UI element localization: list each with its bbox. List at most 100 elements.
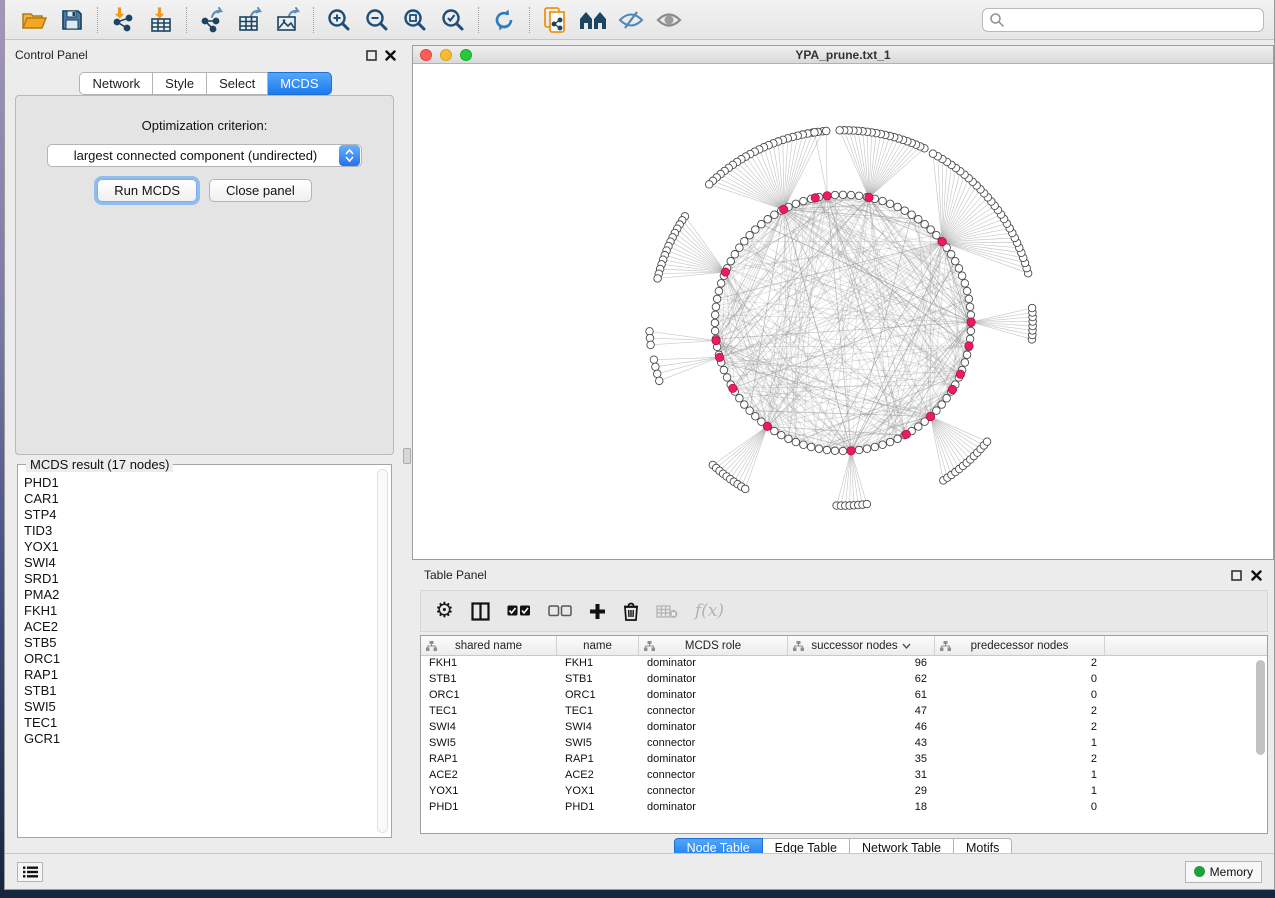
save-session-button[interactable] <box>53 4 91 36</box>
mcds-node-item[interactable]: FKH1 <box>24 603 375 619</box>
network-node[interactable] <box>746 231 754 239</box>
mcds-dominator-node[interactable] <box>823 192 831 200</box>
network-leaf-node[interactable] <box>655 377 663 385</box>
network-node[interactable] <box>894 203 902 211</box>
network-node[interactable] <box>746 407 754 415</box>
mcds-dominator-node[interactable] <box>847 447 855 455</box>
network-node[interactable] <box>961 280 969 288</box>
mcds-dominator-node[interactable] <box>948 385 956 393</box>
network-node[interactable] <box>713 295 721 303</box>
network-node[interactable] <box>886 438 894 446</box>
network-node[interactable] <box>943 394 951 402</box>
table-row[interactable]: ACE2ACE2connector311 <box>421 768 1267 784</box>
table-row[interactable]: TEC1TEC1connector472 <box>421 704 1267 720</box>
network-leaf-node[interactable] <box>741 485 749 493</box>
network-node[interactable] <box>839 191 847 199</box>
mcds-node-item[interactable]: PHD1 <box>24 475 375 491</box>
table-row[interactable]: ORC1ORC1dominator610 <box>421 688 1267 704</box>
network-node[interactable] <box>764 216 772 224</box>
network-node[interactable] <box>965 295 973 303</box>
network-node[interactable] <box>771 427 779 435</box>
binoculars-button[interactable] <box>574 4 612 36</box>
network-node[interactable] <box>967 327 975 335</box>
network-leaf-node[interactable] <box>929 150 937 158</box>
network-node[interactable] <box>792 438 800 446</box>
column-header[interactable]: MCDS role <box>639 636 788 655</box>
network-node[interactable] <box>894 435 902 443</box>
network-node[interactable] <box>758 220 766 228</box>
criterion-select[interactable]: largest connected component (undirected) <box>47 144 362 167</box>
mcds-dominator-node[interactable] <box>712 336 720 344</box>
mcds-dominator-node[interactable] <box>721 268 729 276</box>
export-table-button[interactable] <box>231 4 269 36</box>
memory-button[interactable]: Memory <box>1185 861 1262 883</box>
network-node[interactable] <box>752 413 760 421</box>
network-canvas[interactable] <box>413 64 1273 559</box>
task-history-button[interactable] <box>17 862 43 882</box>
network-node[interactable] <box>879 441 887 449</box>
mcds-node-item[interactable]: TEC1 <box>24 715 375 731</box>
mcds-node-item[interactable]: STB1 <box>24 683 375 699</box>
network-node[interactable] <box>736 394 744 402</box>
share-document-button[interactable] <box>536 4 574 36</box>
network-node[interactable] <box>855 192 863 200</box>
column-header[interactable]: predecessor nodes <box>935 636 1105 655</box>
mcds-node-item[interactable]: YOX1 <box>24 539 375 555</box>
network-node[interactable] <box>715 287 723 295</box>
mcds-dominator-node[interactable] <box>926 412 934 420</box>
run-mcds-button[interactable]: Run MCDS <box>97 179 197 202</box>
mcds-dominator-node[interactable] <box>956 370 964 378</box>
table-settings-button[interactable]: ⚙ <box>435 601 454 621</box>
network-node[interactable] <box>792 200 800 208</box>
network-leaf-node[interactable] <box>652 363 660 371</box>
export-network-button[interactable] <box>193 4 231 36</box>
network-node[interactable] <box>717 280 725 288</box>
hide-selected-button[interactable] <box>612 4 650 36</box>
table-row[interactable]: RAP1RAP1dominator352 <box>421 752 1267 768</box>
deselect-all-rows-button[interactable] <box>548 605 572 617</box>
network-node[interactable] <box>915 216 923 224</box>
network-node[interactable] <box>736 244 744 252</box>
network-node[interactable] <box>741 237 749 245</box>
mcds-dominator-node[interactable] <box>779 205 787 213</box>
network-node[interactable] <box>933 231 941 239</box>
mcds-node-item[interactable]: STP4 <box>24 507 375 523</box>
column-header[interactable]: successor nodes <box>788 636 935 655</box>
table-row[interactable]: SWI5SWI5connector431 <box>421 736 1267 752</box>
mcds-node-item[interactable]: SWI5 <box>24 699 375 715</box>
network-node[interactable] <box>807 443 815 451</box>
mcds-list-scrollbar[interactable] <box>377 469 388 833</box>
network-node[interactable] <box>955 265 963 273</box>
network-node[interactable] <box>711 311 719 319</box>
mcds-dominator-node[interactable] <box>715 353 723 361</box>
network-node[interactable] <box>879 197 887 205</box>
table-scrollbar-thumb[interactable] <box>1256 660 1265 755</box>
network-node[interactable] <box>815 445 823 453</box>
network-node[interactable] <box>947 251 955 259</box>
network-node[interactable] <box>711 319 719 327</box>
network-node[interactable] <box>785 435 793 443</box>
network-node[interactable] <box>800 441 808 449</box>
network-node[interactable] <box>871 443 879 451</box>
network-leaf-node[interactable] <box>822 127 830 135</box>
table-row[interactable]: YOX1YOX1connector291 <box>421 784 1267 800</box>
column-header[interactable]: name <box>557 636 639 655</box>
table-row[interactable]: SWI4SWI4dominator462 <box>421 720 1267 736</box>
network-node[interactable] <box>901 207 909 215</box>
network-node[interactable] <box>927 226 935 234</box>
show-eye-button[interactable] <box>650 4 688 36</box>
mcds-dominator-node[interactable] <box>865 193 873 201</box>
network-leaf-node[interactable] <box>654 275 662 283</box>
network-node[interactable] <box>771 211 779 219</box>
network-node[interactable] <box>727 257 735 265</box>
network-node[interactable] <box>951 257 959 265</box>
network-node[interactable] <box>886 200 894 208</box>
export-image-button[interactable] <box>269 4 307 36</box>
mcds-node-item[interactable]: ORC1 <box>24 651 375 667</box>
network-leaf-node[interactable] <box>705 181 713 189</box>
mcds-dominator-node[interactable] <box>967 318 975 326</box>
network-node[interactable] <box>915 423 923 431</box>
table-row[interactable]: PHD1PHD1dominator180 <box>421 800 1267 816</box>
column-header[interactable]: shared name <box>421 636 557 655</box>
float-panel-icon[interactable] <box>1231 570 1242 581</box>
